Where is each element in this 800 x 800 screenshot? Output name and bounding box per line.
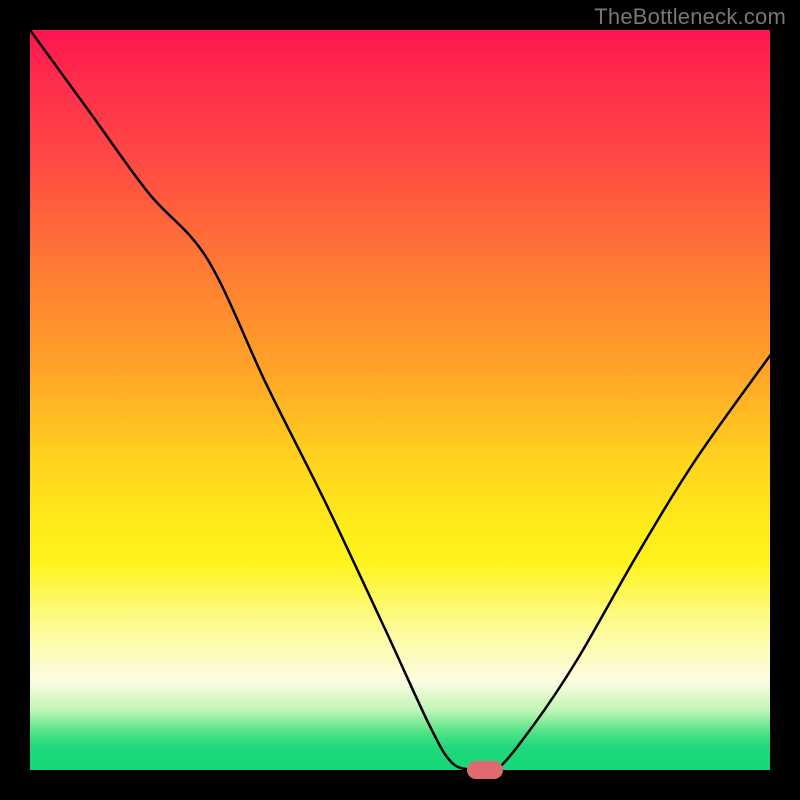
chart-frame: TheBottleneck.com — [0, 0, 800, 800]
plot-area — [30, 30, 770, 770]
watermark-text: TheBottleneck.com — [594, 4, 786, 30]
optimal-marker — [467, 761, 503, 779]
bottleneck-curve — [30, 30, 770, 770]
